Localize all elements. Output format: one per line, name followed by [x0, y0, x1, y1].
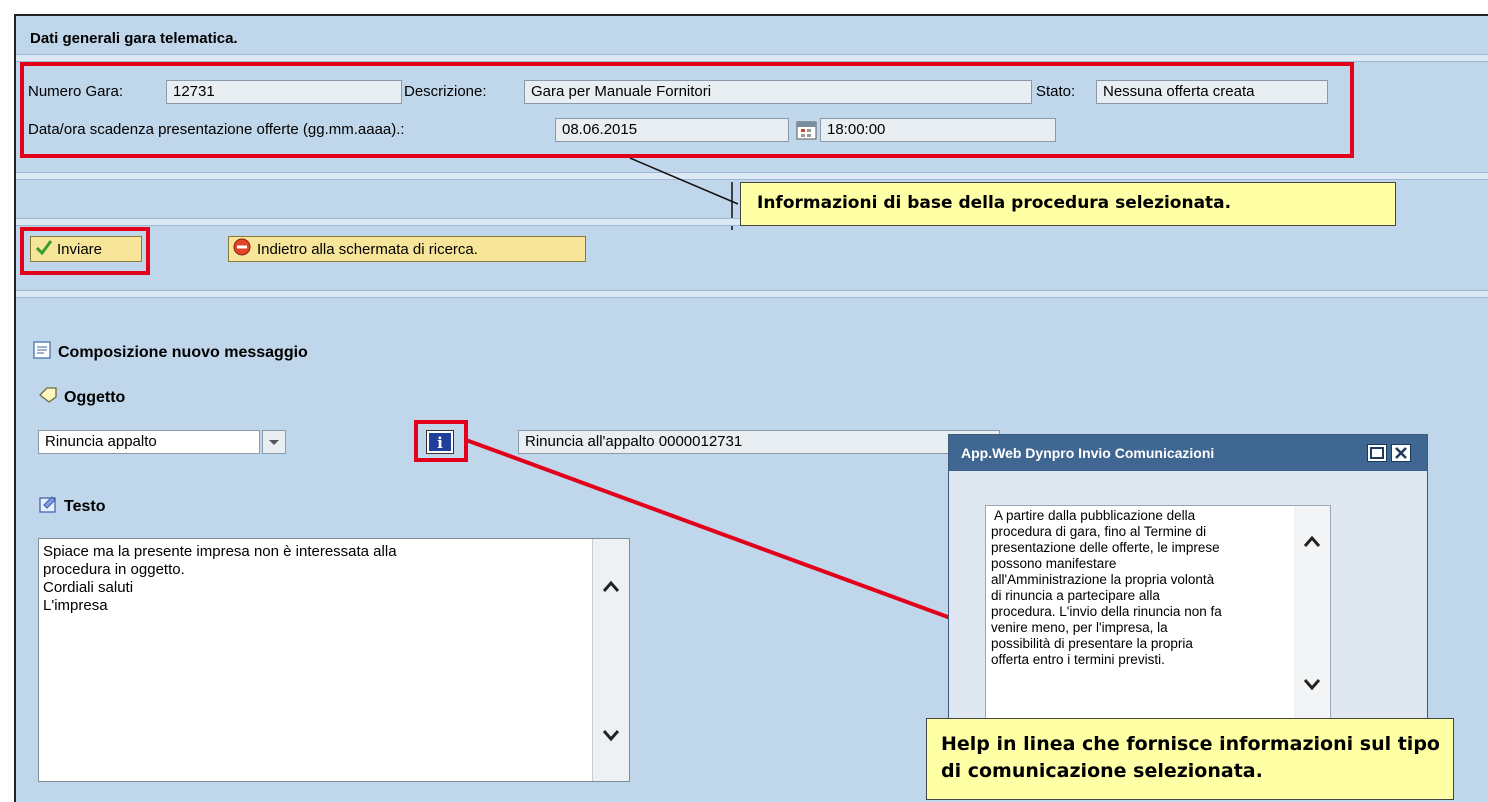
popup-line: possono manifestare	[991, 556, 1117, 571]
help-popup: App.Web Dynpro Invio Comunicazioni A par…	[948, 434, 1428, 735]
compose-title: Composizione nuovo messaggio	[32, 340, 308, 365]
testo-title: Testo	[38, 494, 105, 519]
header-separator	[16, 54, 1488, 62]
info-base-callout: Informazioni di base della procedura sel…	[740, 182, 1396, 226]
testo-textarea[interactable]: Spiace ma la presente impresa non è inte…	[38, 538, 630, 782]
back-button-label: Indietro alla schermata di ricerca.	[257, 240, 478, 258]
oggetto-label: Oggetto	[64, 388, 126, 406]
popup-title: App.Web Dynpro Invio Comunicazioni	[961, 445, 1215, 461]
close-icon[interactable]	[1391, 444, 1411, 462]
popup-line: di rinuncia a partecipare alla	[991, 588, 1160, 603]
testo-label: Testo	[64, 497, 106, 515]
dropdown-button[interactable]	[262, 430, 286, 454]
send-button-label: Inviare	[57, 240, 103, 258]
popup-scrollbar[interactable]	[1294, 506, 1330, 734]
stop-icon	[233, 238, 253, 260]
popup-line: offerta entro i termini previsti.	[991, 652, 1165, 667]
testo-line: procedura in oggetto.	[43, 561, 185, 578]
info-separator	[16, 172, 1488, 180]
edit-document-icon	[38, 494, 58, 519]
chevron-down-icon	[1302, 676, 1322, 697]
document-icon	[32, 340, 52, 365]
chevron-up-icon	[601, 579, 621, 600]
toolbar-separator	[16, 218, 740, 226]
popup-line: venire meno, per l'impresa, la	[991, 620, 1168, 635]
oggetto-title: Oggetto	[38, 386, 125, 409]
compose-title-text: Composizione nuovo messaggio	[58, 343, 308, 361]
popup-content: A partire dalla pubblicazione della proc…	[985, 505, 1331, 735]
popup-line: presentazione delle offerte, le imprese	[991, 540, 1220, 555]
testo-line: Spiace ma la presente impresa non è inte…	[43, 543, 397, 560]
send-button[interactable]: Inviare	[30, 236, 142, 262]
testo-scrollbar[interactable]	[592, 539, 629, 781]
maximize-icon[interactable]	[1367, 444, 1387, 462]
chevron-up-icon	[1302, 534, 1322, 555]
popup-line: procedura. L'invio della rinuncia non fa	[991, 604, 1222, 619]
popup-line: A partire dalla pubblicazione della	[991, 508, 1196, 523]
compose-separator	[16, 290, 1488, 298]
testo-line: L'impresa	[43, 597, 108, 614]
testo-line: Cordiali saluti	[43, 579, 134, 596]
oggetto-text-field[interactable]: Rinuncia all'appalto 0000012731	[518, 430, 1000, 454]
chevron-down-icon	[601, 727, 621, 748]
oggetto-select[interactable]: Rinuncia appalto	[38, 430, 260, 454]
chevron-down-icon	[263, 440, 285, 457]
svg-text:i: i	[437, 434, 443, 452]
page-title: Dati generali gara telematica.	[30, 30, 238, 47]
info-icon: i	[427, 433, 453, 457]
popup-line: all'Amministrazione la propria volontà	[991, 572, 1215, 587]
popup-title-bar: App.Web Dynpro Invio Comunicazioni	[949, 435, 1427, 471]
checkmark-icon	[35, 239, 53, 259]
back-to-search-button[interactable]: Indietro alla schermata di ricerca.	[228, 236, 586, 262]
info-button[interactable]: i	[426, 430, 454, 454]
help-callout: Help in linea che fornisce informazioni …	[926, 718, 1454, 800]
popup-line: procedura di gara, fino al Termine di	[991, 524, 1207, 539]
info-highlight-box	[20, 62, 1354, 158]
popup-line: possibilità di presentare la propria	[991, 636, 1193, 651]
tag-icon	[38, 386, 58, 409]
